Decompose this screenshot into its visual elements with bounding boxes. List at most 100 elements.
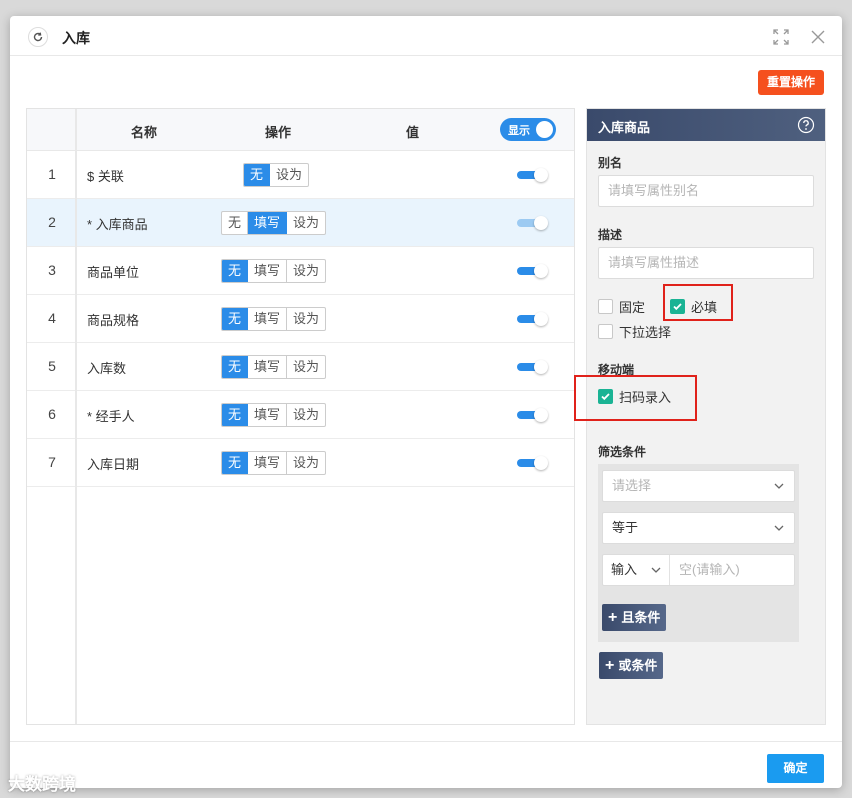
checkbox-box (598, 324, 613, 339)
reset-operation-button[interactable]: 重置操作 (758, 70, 825, 95)
row-name: 商品单位 (87, 265, 140, 280)
dropdown-label: 下拉选择 (619, 325, 672, 340)
chevron-down-icon (651, 567, 661, 573)
footer-divider (10, 741, 842, 742)
row-visibility-toggle[interactable] (517, 360, 548, 374)
operation-selector: 无 填写 设为 (221, 355, 327, 379)
dialog-titlebar: 入库 (10, 16, 842, 56)
filter-operator-value: 等于 (612, 520, 639, 535)
watermark: 大数跨境 (8, 775, 76, 794)
filter-value-input[interactable]: 空(请输入) (679, 555, 740, 585)
operation-selector: 无 填写 设为 (221, 211, 327, 235)
alias-input[interactable]: 请填写属性别名 (598, 175, 814, 207)
plus-icon: + (608, 609, 618, 626)
option-set[interactable]: 设为 (287, 356, 325, 378)
row-visibility-toggle[interactable] (517, 168, 548, 182)
operation-selector: 无 设为 (243, 163, 310, 187)
table-row[interactable]: 5 入库数 无 填写 设为 (27, 343, 574, 391)
filter-field-placeholder: 请选择 (612, 478, 652, 493)
table-row[interactable]: 6 * 经手人 无 填写 设为 (27, 391, 574, 439)
row-visibility-toggle[interactable] (517, 216, 548, 230)
dropdown-checkbox[interactable]: 下拉选择 (598, 322, 671, 341)
row-name: * 入库商品 (87, 217, 148, 232)
toggle-knob (536, 121, 553, 138)
row-name: * 经手人 (87, 409, 135, 424)
option-set[interactable]: 设为 (287, 452, 325, 474)
operation-selector: 无 填写 设为 (221, 451, 327, 475)
operation-selector: 无 填写 设为 (221, 403, 327, 427)
property-panel: 入库商品 别名 请填写属性别名 描述 请填写属性描述 固定 必填 下拉选择 移动… (574, 108, 826, 725)
description-input[interactable]: 请填写属性描述 (598, 247, 814, 279)
index-column-divider (27, 109, 77, 724)
fullscreen-icon[interactable] (772, 28, 790, 46)
table-row[interactable]: 4 商品规格 无 填写 设为 (27, 295, 574, 343)
table-row[interactable]: 2 * 入库商品 无 填写 设为 (27, 199, 574, 247)
option-none[interactable]: 无 (222, 356, 249, 378)
option-none[interactable]: 无 (222, 404, 249, 426)
filter-operator-select[interactable]: 等于 (602, 512, 795, 544)
description-label: 描述 (598, 228, 623, 242)
option-fill[interactable]: 填写 (248, 212, 288, 234)
option-set[interactable]: 设为 (287, 308, 325, 330)
option-fill[interactable]: 填写 (248, 308, 288, 330)
option-none[interactable]: 无 (222, 308, 249, 330)
option-fill[interactable]: 填写 (248, 260, 288, 282)
property-panel-title: 入库商品 (598, 120, 651, 135)
option-fill[interactable]: 填写 (248, 452, 288, 474)
or-condition-button[interactable]: + 或条件 (599, 652, 664, 679)
filter-conditions: 请选择 等于 输入 空(请输入) + 且条件 (598, 464, 799, 642)
option-none[interactable]: 无 (244, 164, 271, 186)
row-visibility-toggle[interactable] (517, 264, 548, 278)
row-name: 商品规格 (87, 313, 140, 328)
fixed-label: 固定 (619, 300, 646, 315)
filter-value-row: 输入 空(请输入) (602, 554, 795, 586)
row-name: $ 关联 (87, 169, 124, 184)
table-row[interactable]: 3 商品单位 无 填写 设为 (27, 247, 574, 295)
close-icon[interactable] (809, 28, 827, 46)
row-visibility-toggle[interactable] (517, 312, 548, 326)
row-name: 入库数 (87, 361, 127, 376)
highlight-box (574, 375, 697, 421)
table-header: 名称 操作 值 显示 (27, 109, 574, 151)
dialog-title: 入库 (62, 30, 90, 46)
help-icon[interactable] (797, 116, 815, 134)
option-none[interactable]: 无 (222, 452, 249, 474)
show-toggle-label: 显示 (508, 125, 530, 137)
show-toggle[interactable]: 显示 (500, 118, 556, 141)
table-row[interactable]: 1 $ 关联 无 设为 (27, 151, 574, 199)
alias-label: 别名 (598, 156, 623, 170)
value-type-label: 输入 (611, 562, 638, 577)
row-visibility-toggle[interactable] (517, 408, 548, 422)
row-visibility-toggle[interactable] (517, 456, 548, 470)
option-set[interactable]: 设为 (287, 212, 325, 234)
filter-label: 筛选条件 (598, 445, 647, 459)
option-set[interactable]: 设为 (287, 260, 325, 282)
highlight-box (663, 284, 733, 321)
option-set[interactable]: 设为 (287, 404, 325, 426)
and-condition-button[interactable]: + 且条件 (602, 604, 667, 631)
value-type-select[interactable]: 输入 (603, 555, 670, 585)
field-table: 名称 操作 值 显示 1 $ 关联 无 设为 2 * 入库商品 无 填写 设为 (26, 108, 575, 725)
checkbox-box (598, 299, 613, 314)
row-name: 入库日期 (87, 457, 140, 472)
and-condition-label: 且条件 (621, 610, 661, 625)
filter-field-select[interactable]: 请选择 (602, 470, 795, 502)
operation-selector: 无 填写 设为 (221, 307, 327, 331)
import-dialog: 入库 重置操作 名称 操作 值 显示 1 $ 关联 无 设为 2 * 入库商品 … (10, 16, 842, 788)
operation-selector: 无 填写 设为 (221, 259, 327, 283)
option-none[interactable]: 无 (222, 260, 249, 282)
option-set[interactable]: 设为 (270, 164, 308, 186)
option-fill[interactable]: 填写 (248, 404, 288, 426)
confirm-button[interactable]: 确定 (767, 754, 824, 783)
or-condition-label: 或条件 (618, 658, 658, 673)
refresh-icon[interactable] (28, 27, 48, 47)
property-panel-header: 入库商品 (587, 109, 825, 141)
header-name: 名称 (131, 125, 158, 140)
table-row[interactable]: 7 入库日期 无 填写 设为 (27, 439, 574, 487)
option-fill[interactable]: 填写 (248, 356, 288, 378)
fixed-checkbox[interactable]: 固定 (598, 297, 645, 316)
chevron-down-icon (774, 525, 784, 531)
chevron-down-icon (774, 483, 784, 489)
option-none[interactable]: 无 (222, 212, 249, 234)
plus-icon: + (605, 657, 615, 674)
